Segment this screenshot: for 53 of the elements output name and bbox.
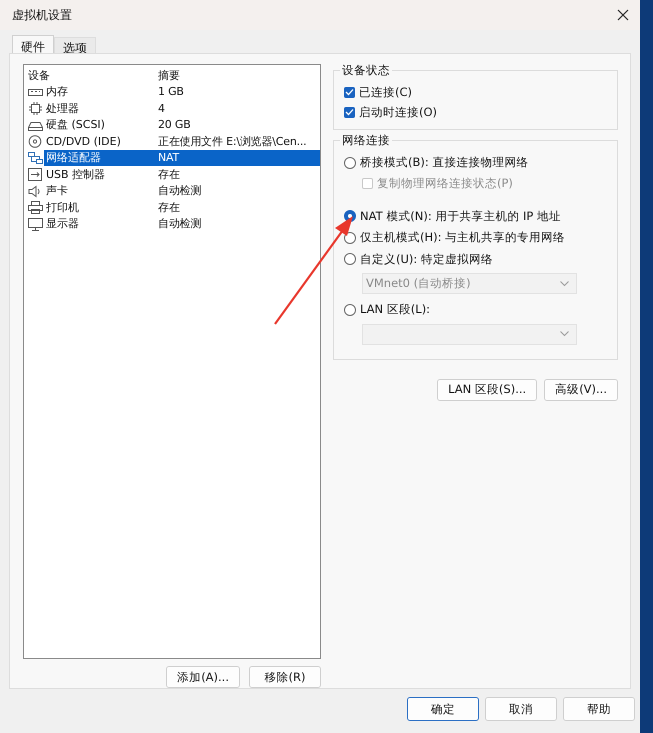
printer-icon <box>28 201 43 214</box>
column-header: 设备 <box>28 68 51 83</box>
network-button[interactable]: 高级(V)... <box>544 378 618 400</box>
radio-label: LAN 区段(L): <box>360 302 430 318</box>
radio-label: NAT 模式(N): 用于共享主机的 IP 地址 <box>360 208 561 224</box>
radio-label: 仅主机模式(H): 与主机共享的专用网络 <box>360 230 566 246</box>
device-name[interactable]: CD/DVD (IDE) <box>44 134 156 150</box>
radio-button[interactable] <box>344 304 356 316</box>
radio-label: 桥接模式(B): 直接连接物理网络 <box>360 155 528 170</box>
usb-icon <box>28 168 43 182</box>
group-title: 设备状态 <box>340 63 392 78</box>
checkbox-label: 启动时连接(O) <box>359 104 438 120</box>
device-summary: 1 GB <box>157 84 185 100</box>
caret-icon <box>560 331 569 337</box>
radio-button[interactable] <box>344 253 356 266</box>
window-title: 虚拟机设置 <box>12 6 72 24</box>
dialog-button[interactable]: 取消 <box>485 697 557 721</box>
display-icon <box>28 218 43 231</box>
dialog-button[interactable]: 确定 <box>407 697 479 721</box>
list-button[interactable]: 添加(A)... <box>166 666 240 688</box>
device-name[interactable]: 显示器 <box>44 216 156 232</box>
group-title: 网络连接 <box>340 133 392 148</box>
close-icon[interactable] <box>617 9 629 21</box>
device-name[interactable]: 网络适配器 <box>44 150 156 166</box>
caret-icon <box>560 280 569 286</box>
device-summary: 20 GB <box>157 117 192 134</box>
device-summary: 正在使用文件 E:\浏览器\Cen... <box>157 134 308 150</box>
list-button[interactable]: 移除(R) <box>249 666 321 688</box>
device-summary: 存在 <box>157 200 181 216</box>
checkbox-label: 复制物理网络连接状态(P) <box>377 176 513 191</box>
device-name[interactable]: 内存 <box>44 84 156 100</box>
cpu-icon <box>28 102 43 116</box>
device-summary: 自动检测 <box>157 183 202 200</box>
device-name[interactable]: USB 控制器 <box>44 166 156 183</box>
device-summary: 自动检测 <box>157 216 202 232</box>
cd-icon <box>28 135 43 148</box>
radio-label: 自定义(U): 特定虚拟网络 <box>360 252 493 267</box>
network-icon <box>28 152 43 165</box>
device-name[interactable]: 声卡 <box>44 183 156 200</box>
radio-button[interactable] <box>344 156 356 169</box>
device-name[interactable]: 打印机 <box>44 200 156 216</box>
network-button[interactable]: LAN 区段(S)... <box>437 378 538 400</box>
dialog-button[interactable]: 帮助 <box>563 697 635 721</box>
checkbox[interactable] <box>344 106 355 118</box>
device-summary: 存在 <box>157 166 181 183</box>
checkbox-label: 已连接(C) <box>359 84 412 100</box>
device-name[interactable]: 硬盘 (SCSI) <box>44 117 156 134</box>
checkbox[interactable] <box>344 86 355 98</box>
device-name[interactable]: 处理器 <box>44 100 156 117</box>
device-summary: NAT <box>156 150 320 166</box>
tab[interactable]: 硬件 <box>12 35 54 53</box>
device-summary: 4 <box>157 100 166 117</box>
column-header: 摘要 <box>157 68 181 84</box>
